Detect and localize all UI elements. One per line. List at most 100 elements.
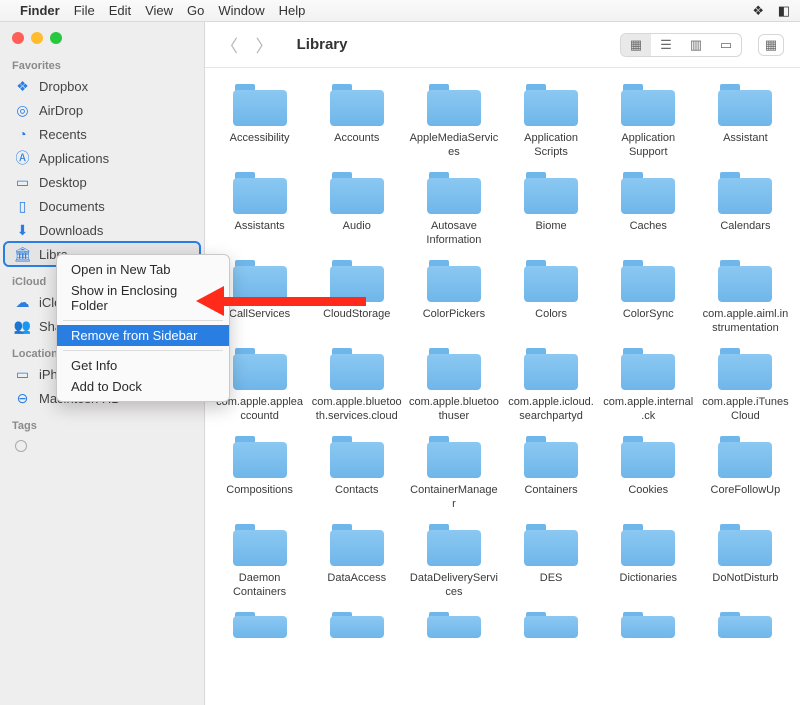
folder-icon — [425, 346, 483, 392]
folder-item[interactable]: Cookies — [600, 434, 697, 512]
folder-item[interactable] — [697, 610, 794, 644]
sidebar-item-label: Applications — [39, 151, 109, 166]
menu-window[interactable]: Window — [218, 3, 278, 18]
menu-item-add-to-dock[interactable]: Add to Dock — [57, 376, 229, 397]
folder-item[interactable] — [308, 610, 405, 644]
folder-icon — [231, 434, 289, 480]
icon-view-button[interactable]: ▦ — [621, 34, 651, 56]
desktop-icon: ▭ — [14, 174, 31, 191]
menu-view[interactable]: View — [145, 3, 187, 18]
downloads-icon: ⬇ — [14, 222, 31, 239]
folder-item[interactable]: Assistant — [697, 82, 794, 160]
sidebar-section-tags: Tags — [0, 416, 204, 434]
folder-name: com.apple.icloud.searchpartyd — [506, 396, 596, 424]
folder-item[interactable]: com.apple.icloud.searchpartyd — [502, 346, 599, 424]
folder-name: Dictionaries — [620, 572, 677, 600]
folder-item[interactable]: com.apple.aiml.instrumentation — [697, 258, 794, 336]
folder-item[interactable]: Dictionaries — [600, 522, 697, 600]
close-button[interactable] — [12, 32, 24, 44]
folder-item[interactable]: Containers — [502, 434, 599, 512]
folder-item[interactable]: com.apple.bluetooth.services.cloud — [308, 346, 405, 424]
sidebar-item-applications[interactable]: ⒶApplications — [4, 146, 200, 170]
sidebar-tag-placeholder[interactable] — [4, 434, 200, 458]
folder-item[interactable]: DoNotDisturb — [697, 522, 794, 600]
sidebar-item-documents[interactable]: ▯Documents — [4, 194, 200, 218]
column-view-button[interactable]: ▥ — [681, 34, 711, 56]
folder-icon — [231, 82, 289, 128]
folder-item[interactable]: Application Scripts — [502, 82, 599, 160]
folder-item[interactable]: com.apple.internal.ck — [600, 346, 697, 424]
folder-item[interactable]: ColorSync — [600, 258, 697, 336]
folder-item[interactable]: Accounts — [308, 82, 405, 160]
sidebar-item-dropbox[interactable]: ❖Dropbox — [4, 74, 200, 98]
gallery-view-button[interactable]: ▭ — [711, 34, 741, 56]
sidebar-item-recents[interactable]: ◔Recents — [4, 122, 200, 146]
folder-name: ContainerManager — [409, 484, 499, 512]
folder-item[interactable]: Calendars — [697, 170, 794, 248]
view-switcher: ▦ ☰ ▥ ▭ ▦ — [620, 33, 784, 57]
folder-icon — [522, 346, 580, 392]
folder-icon — [619, 522, 677, 568]
folder-item[interactable]: DataAccess — [308, 522, 405, 600]
folder-item[interactable]: ContainerManager — [405, 434, 502, 512]
menu-item-remove-from-sidebar[interactable]: Remove from Sidebar — [57, 325, 229, 346]
folder-item[interactable]: ColorPickers — [405, 258, 502, 336]
folder-item[interactable]: AppleMediaServices — [405, 82, 502, 160]
zoom-button[interactable] — [50, 32, 62, 44]
menu-file[interactable]: File — [74, 3, 109, 18]
folder-item[interactable]: DES — [502, 522, 599, 600]
folder-item[interactable]: Colors — [502, 258, 599, 336]
back-button[interactable]: 〈 — [221, 37, 252, 56]
minimize-button[interactable] — [31, 32, 43, 44]
folder-item[interactable] — [405, 610, 502, 644]
menu-item-get-info[interactable]: Get Info — [57, 355, 229, 376]
folder-item[interactable]: Autosave Information — [405, 170, 502, 248]
app-name[interactable]: Finder — [20, 3, 74, 18]
sidebar-item-label: Recents — [39, 127, 87, 142]
folder-icon — [716, 434, 774, 480]
folder-item[interactable] — [211, 610, 308, 644]
menu-item-open-in-new-tab[interactable]: Open in New Tab — [57, 259, 229, 280]
folder-item[interactable]: com.apple.iTunesCloud — [697, 346, 794, 424]
sidebar-item-label: Dropbox — [39, 79, 88, 94]
folder-item[interactable]: DataDeliveryServices — [405, 522, 502, 600]
folder-item[interactable]: Caches — [600, 170, 697, 248]
menu-edit[interactable]: Edit — [109, 3, 145, 18]
menu-item-show-in-enclosing-folder[interactable]: Show in Enclosing Folder — [57, 280, 229, 316]
folder-item[interactable]: com.apple.bluetoothuser — [405, 346, 502, 424]
folder-item[interactable]: CloudStorage — [308, 258, 405, 336]
folder-item[interactable]: Daemon Containers — [211, 522, 308, 600]
folder-item[interactable]: CoreFollowUp — [697, 434, 794, 512]
folder-icon — [425, 610, 483, 640]
list-view-button[interactable]: ☰ — [651, 34, 681, 56]
folder-item[interactable]: Audio — [308, 170, 405, 248]
group-by-button[interactable]: ▦ — [758, 34, 784, 56]
folder-name: Assistants — [235, 220, 285, 248]
folder-item[interactable] — [600, 610, 697, 644]
folder-name: AppleMediaServices — [409, 132, 499, 160]
sidebar-item-desktop[interactable]: ▭Desktop — [4, 170, 200, 194]
folder-item[interactable] — [502, 610, 599, 644]
folder-icon — [231, 258, 289, 304]
sidebar-item-airdrop[interactable]: ◎AirDrop — [4, 98, 200, 122]
dropbox-status-icon[interactable]: ❖ — [742, 3, 764, 18]
folder-item[interactable]: Application Support — [600, 82, 697, 160]
status-icon[interactable]: ◧ — [768, 3, 790, 18]
folder-item[interactable]: Contacts — [308, 434, 405, 512]
menu-help[interactable]: Help — [279, 3, 320, 18]
folder-icon — [619, 170, 677, 216]
forward-button[interactable]: 〉 — [256, 37, 287, 56]
folder-item[interactable]: Compositions — [211, 434, 308, 512]
folder-icon — [425, 522, 483, 568]
iphone-icon: ▭ — [14, 366, 31, 383]
menu-go[interactable]: Go — [187, 3, 218, 18]
folder-item[interactable]: Assistants — [211, 170, 308, 248]
folder-name: CallServices — [229, 308, 290, 336]
folder-icon — [522, 170, 580, 216]
folder-icon — [522, 434, 580, 480]
folder-item[interactable]: Accessibility — [211, 82, 308, 160]
sidebar-item-downloads[interactable]: ⬇Downloads — [4, 218, 200, 242]
folder-item[interactable]: Biome — [502, 170, 599, 248]
folder-name: com.apple.bluetooth.services.cloud — [312, 396, 402, 424]
folder-icon — [619, 434, 677, 480]
